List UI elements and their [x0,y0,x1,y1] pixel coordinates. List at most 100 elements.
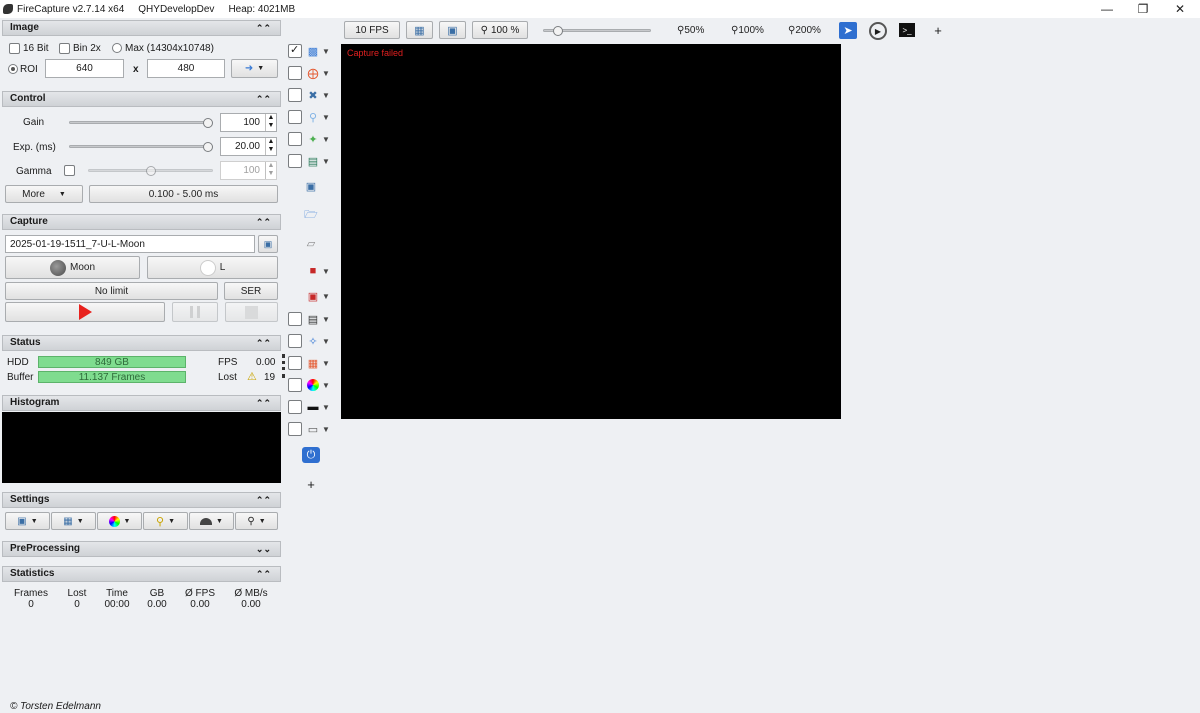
fps-button[interactable]: 10 FPS [344,21,400,39]
color-grid-checkbox[interactable] [288,356,302,370]
display-icon[interactable]: ▭ [305,422,321,436]
filter-wheel-checkbox[interactable] [288,312,302,326]
histogram-toggle-checkbox[interactable]: ✓ [288,44,302,58]
color-grid-icon[interactable]: ▦ [305,356,321,370]
zoom-button[interactable]: ⚲ 100 % [472,21,528,39]
exposure-input[interactable]: 20.00 ▲ ▼ [220,137,277,156]
zoom-50-link[interactable]: ⚲50% [677,25,704,36]
chevron-down-icon[interactable]: ▼ [322,157,330,166]
chevron-down-icon[interactable]: ▼ [322,359,330,368]
splitter-handle[interactable] [282,354,285,378]
color-balance-checkbox[interactable] [288,378,302,392]
layout-settings-button[interactable]: ▦ ▼ [51,512,96,530]
control-panel-header[interactable]: Control ⌃⌃ [2,91,281,107]
exposure-slider[interactable] [69,145,213,148]
add-toolbar-icon[interactable]: + [930,23,946,38]
collapse-icon[interactable]: ⌃⌃ [256,21,271,35]
tools-icon[interactable]: ✖ [305,88,321,102]
crosshair-icon[interactable]: ⨁ [305,66,321,80]
bin2x-checkbox[interactable] [59,43,70,54]
histogram-panel-header[interactable]: Histogram ⌃⌃ [2,395,281,411]
zoom-slider-knob[interactable] [553,26,563,36]
filter-select-button[interactable]: L [147,256,278,279]
dark-frame-icon[interactable]: ■ [305,264,321,278]
chevron-down-icon[interactable]: ▼ [322,47,330,56]
folder-icon[interactable]: 🗁 [303,208,319,222]
more-button[interactable]: More ▼ [5,185,83,203]
color-balance-icon[interactable] [305,378,321,392]
gamma-slider-knob[interactable] [145,166,156,176]
chevron-down-icon[interactable]: ▼ [322,267,330,276]
collapse-icon[interactable]: ⌃⌃ [256,567,271,581]
timer-icon[interactable]: ▶ [869,22,887,40]
telescope-settings-button[interactable]: ⚲ ▼ [235,512,278,530]
zoom-200-link[interactable]: ⚲200% [788,25,821,36]
close-icon[interactable]: ✕ [1163,0,1197,18]
16bit-checkbox[interactable] [9,43,20,54]
minimize-icon[interactable]: — [1090,0,1124,18]
zoom-tool-icon[interactable]: ⚲ [305,110,321,124]
chevron-down-icon[interactable]: ▼ [322,337,330,346]
color-settings-button[interactable]: ▼ [97,512,142,530]
gain-input[interactable]: 100 ▲ ▼ [220,113,277,132]
snapshot-icon[interactable]: ▣ [303,179,319,193]
chevron-down-icon[interactable]: ▼ [322,403,330,412]
zoom-100-link[interactable]: ⚲100% [731,25,764,36]
chevron-down-icon[interactable]: ▼ [322,381,330,390]
black-level-checkbox[interactable] [288,400,302,414]
save-settings-button[interactable]: ▣ ▼ [5,512,50,530]
focuser-icon[interactable]: ✧ [305,334,321,348]
gain-slider-knob[interactable] [203,118,213,128]
camera-snapshot-button[interactable]: ▣ [258,235,278,253]
observatory-settings-button[interactable]: ▼ [189,512,234,530]
restore-icon[interactable]: ❐ [1126,0,1160,18]
collapse-icon[interactable]: ⌃⌃ [256,396,271,410]
format-button[interactable]: SER [224,282,278,300]
max-radio[interactable] [112,43,122,53]
add-tool-icon[interactable]: + [303,477,319,492]
spinner-icon[interactable]: ▲ ▼ [265,114,276,131]
tools-checkbox[interactable] [288,88,302,102]
roi-radio[interactable] [8,64,18,74]
gain-slider[interactable] [69,121,213,124]
black-level-icon[interactable]: ▬ [305,400,321,414]
exposure-slider-knob[interactable] [203,142,213,152]
focus-settings-button[interactable]: ⚲ ▼ [143,512,188,530]
capture-panel-header[interactable]: Capture ⌃⌃ [2,214,281,230]
graph-icon[interactable]: ▤ [305,154,321,168]
pause-capture-button[interactable] [172,302,218,322]
collapse-icon[interactable]: ⌃⌃ [256,92,271,106]
chevron-down-icon[interactable]: ▼ [322,69,330,78]
capture-limit-button[interactable]: No limit [5,282,218,300]
preprocessing-panel-header[interactable]: PreProcessing ⌄⌄ [2,541,281,557]
object-select-button[interactable]: Moon [5,256,140,279]
fit-window-button[interactable]: ▦ [406,21,433,39]
stop-capture-button[interactable] [225,302,278,322]
trash-icon[interactable]: ▱ [303,236,319,250]
chevron-down-icon[interactable]: ▼ [322,113,330,122]
statistics-panel-header[interactable]: Statistics ⌃⌃ [2,566,281,582]
collapse-icon[interactable]: ⌃⌃ [256,493,271,507]
spinner-icon[interactable]: ▲ ▼ [265,138,276,155]
filename-input[interactable]: 2025-01-19-1511_7-U-L-Moon [5,235,255,253]
preview-canvas[interactable]: Capture failed [341,44,841,419]
roi-width-input[interactable]: 640 [45,59,124,78]
tracking-checkbox[interactable] [288,132,302,146]
roi-height-input[interactable]: 480 [147,59,225,78]
chevron-down-icon[interactable]: ▼ [322,135,330,144]
zoom-tool-checkbox[interactable] [288,110,302,124]
exposure-range-button[interactable]: 0.100 - 5.00 ms [89,185,278,203]
flat-frame-icon[interactable]: ▣ [305,289,321,303]
image-panel-header[interactable]: Image ⌃⌃ [2,20,281,36]
chevron-down-icon[interactable]: ▼ [322,315,330,324]
roi-apply-button[interactable]: ➜ ▼ [231,59,278,78]
gamma-input[interactable]: 100 ▲ ▼ [220,161,277,180]
run-icon[interactable]: ➤ [839,22,857,39]
focuser-checkbox[interactable] [288,334,302,348]
expand-icon[interactable]: ⌄⌄ [256,542,271,556]
collapse-icon[interactable]: ⌃⌃ [256,336,271,350]
filter-wheel-icon[interactable]: ▤ [305,312,321,326]
fullscreen-button[interactable]: ▣ [439,21,466,39]
status-panel-header[interactable]: Status ⌃⌃ [2,335,281,351]
start-capture-button[interactable] [5,302,165,322]
